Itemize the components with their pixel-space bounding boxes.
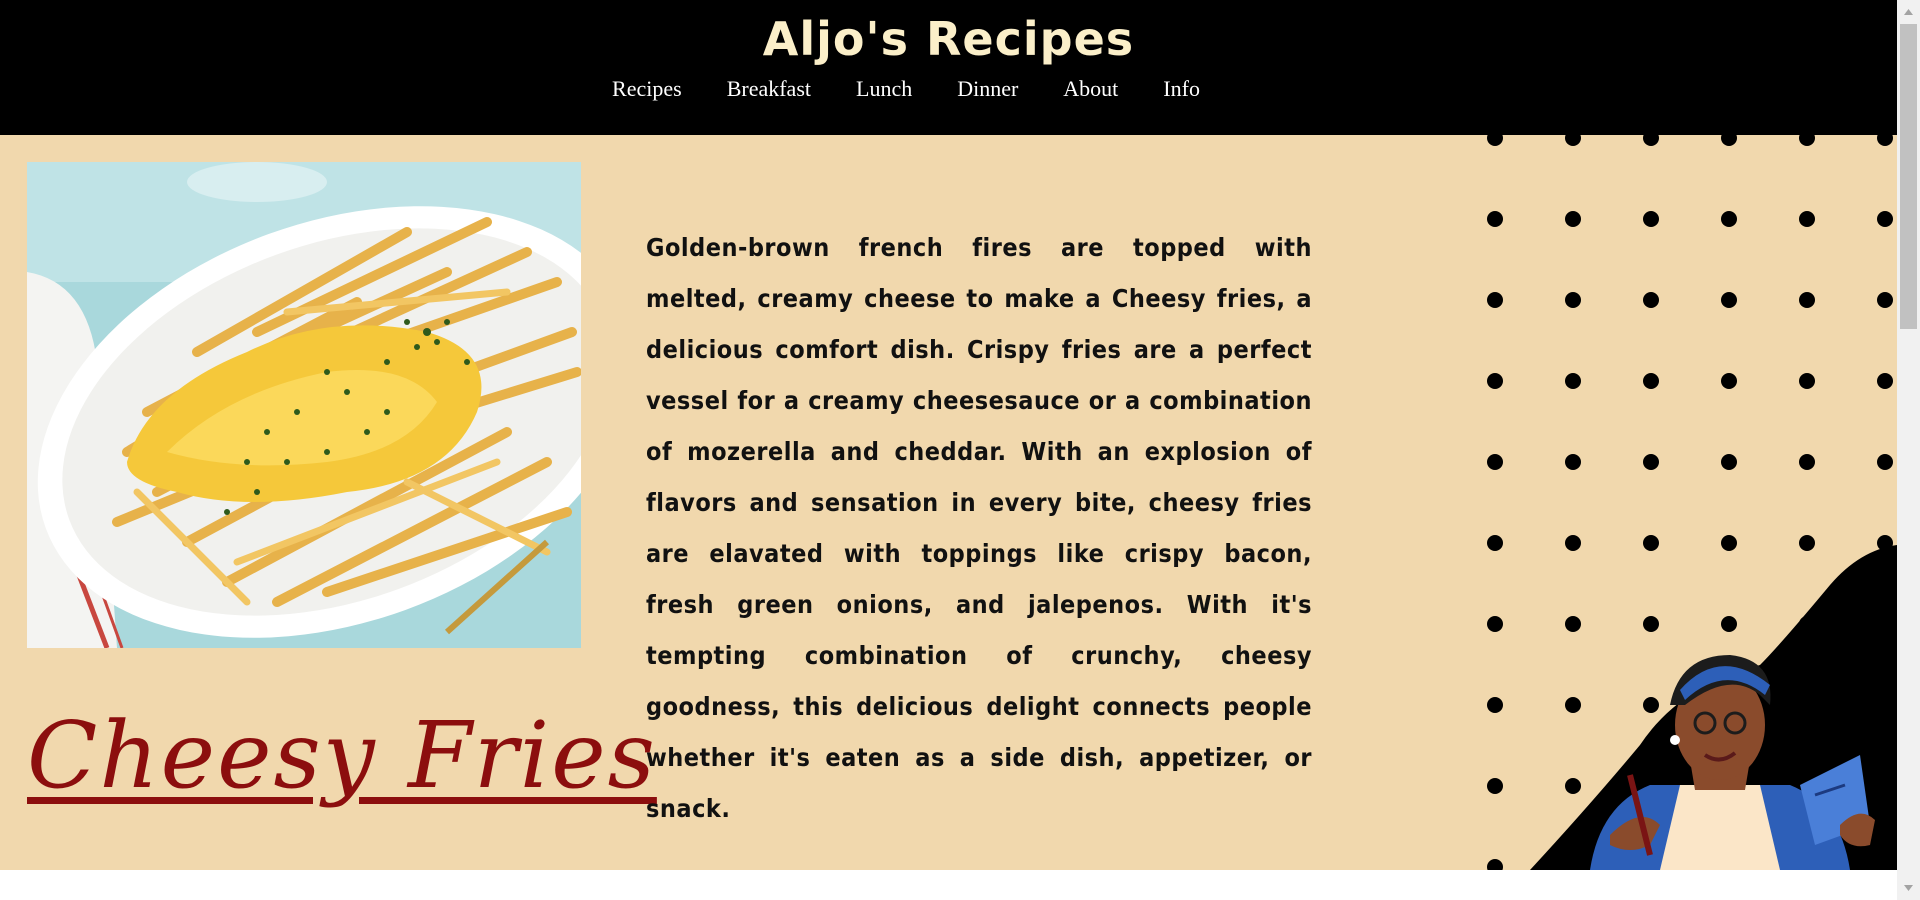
decorative-dot bbox=[1721, 292, 1737, 308]
nav-link-breakfast[interactable]: Breakfast bbox=[727, 76, 811, 102]
decorative-dot bbox=[1799, 373, 1815, 389]
decorative-dot bbox=[1487, 859, 1503, 870]
decorative-dot bbox=[1643, 211, 1659, 227]
decorative-dot bbox=[1643, 135, 1659, 146]
page: Aljo's Recipes Recipes Breakfast Lunch D… bbox=[0, 0, 1897, 900]
decorative-dot bbox=[1487, 697, 1503, 713]
decorative-dot bbox=[1721, 211, 1737, 227]
scrollbar-thumb[interactable] bbox=[1900, 24, 1917, 329]
chef-illustration bbox=[1530, 545, 1897, 870]
recipe-title: Cheesy Fries bbox=[27, 702, 657, 809]
decorative-dot bbox=[1877, 292, 1893, 308]
nav-link-recipes[interactable]: Recipes bbox=[612, 76, 682, 102]
decorative-dot bbox=[1643, 373, 1659, 389]
nav-link-about[interactable]: About bbox=[1063, 76, 1118, 102]
main-nav: Recipes Breakfast Lunch Dinner About Inf… bbox=[0, 76, 1897, 102]
decorative-dot bbox=[1877, 454, 1893, 470]
decorative-dot bbox=[1721, 135, 1737, 146]
decorative-dot bbox=[1565, 211, 1581, 227]
decorative-dot bbox=[1487, 454, 1503, 470]
decorative-dot bbox=[1565, 292, 1581, 308]
decorative-dot bbox=[1487, 616, 1503, 632]
decorative-dot bbox=[1487, 373, 1503, 389]
vertical-scrollbar[interactable] bbox=[1897, 0, 1920, 900]
decorative-dot bbox=[1799, 211, 1815, 227]
nav-link-info[interactable]: Info bbox=[1163, 76, 1200, 102]
decorative-dot bbox=[1877, 373, 1893, 389]
site-header: Aljo's Recipes Recipes Breakfast Lunch D… bbox=[0, 0, 1897, 135]
decorative-dot bbox=[1487, 211, 1503, 227]
decorative-dot bbox=[1487, 135, 1503, 146]
decorative-dot bbox=[1721, 454, 1737, 470]
decorative-dot bbox=[1565, 454, 1581, 470]
decorative-dot bbox=[1877, 211, 1893, 227]
decorative-dot bbox=[1799, 454, 1815, 470]
nav-link-dinner[interactable]: Dinner bbox=[957, 76, 1018, 102]
decorative-dot bbox=[1565, 135, 1581, 146]
decorative-dot bbox=[1799, 135, 1815, 146]
nav-link-lunch[interactable]: Lunch bbox=[856, 76, 912, 102]
recipe-description: Golden-brown french fires are topped wit… bbox=[646, 233, 1312, 823]
decorative-dot bbox=[1643, 292, 1659, 308]
decorative-dot bbox=[1487, 778, 1503, 794]
recipe-section: Cheesy Fries Golden-brown french fires a… bbox=[0, 135, 1897, 870]
decorative-dot bbox=[1877, 135, 1893, 146]
decorative-dot bbox=[1487, 535, 1503, 551]
decorative-dot bbox=[1643, 454, 1659, 470]
site-title[interactable]: Aljo's Recipes bbox=[0, 12, 1897, 66]
decorative-dot bbox=[1721, 373, 1737, 389]
decorative-dot bbox=[1487, 292, 1503, 308]
dish-photo bbox=[27, 162, 581, 648]
page-footer-area bbox=[0, 870, 1897, 900]
decorative-dot bbox=[1565, 373, 1581, 389]
decorative-dot bbox=[1799, 292, 1815, 308]
scroll-down-arrow-icon[interactable] bbox=[1897, 879, 1920, 897]
scroll-up-arrow-icon[interactable] bbox=[1897, 3, 1920, 21]
